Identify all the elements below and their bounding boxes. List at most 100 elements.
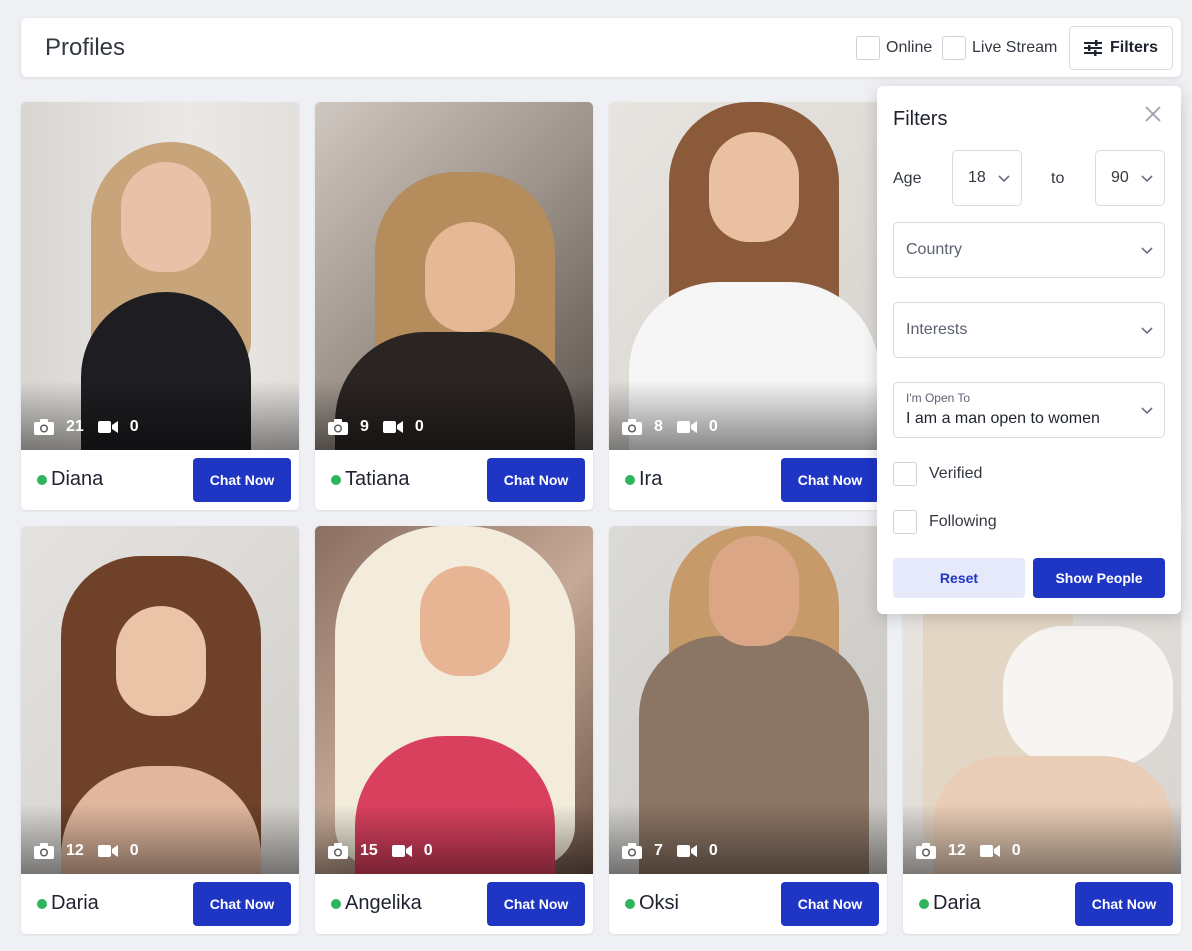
- live-stream-label: Live Stream: [972, 39, 1058, 56]
- card-footer: Tatiana Chat Now: [315, 450, 593, 510]
- profile-name[interactable]: Tatiana: [345, 468, 410, 491]
- chat-now-button[interactable]: Chat Now: [193, 882, 291, 926]
- interests-select[interactable]: Interests: [893, 302, 1165, 358]
- sliders-icon: [1083, 40, 1102, 56]
- media-counts: 15 0: [328, 842, 433, 860]
- chat-now-button[interactable]: Chat Now: [1075, 882, 1173, 926]
- profile-card[interactable]: 21 0 Diana Chat Now: [21, 102, 299, 510]
- chevron-down-icon: [1141, 247, 1153, 255]
- online-status-dot: [331, 899, 341, 909]
- profile-card[interactable]: 9 0 Tatiana Chat Now: [315, 102, 593, 510]
- age-from-value: 18: [968, 169, 986, 186]
- country-placeholder: Country: [906, 241, 963, 258]
- profile-name[interactable]: Diana: [51, 468, 103, 491]
- online-checkbox[interactable]: [856, 36, 880, 60]
- video-count: 0: [1011, 842, 1021, 859]
- profile-photo[interactable]: 8 0: [609, 102, 887, 450]
- card-footer: Angelika Chat Now: [315, 874, 593, 934]
- chevron-down-icon: [1141, 175, 1153, 183]
- profile-card[interactable]: 12 0 Daria Chat Now: [21, 526, 299, 934]
- filters-button[interactable]: Filters: [1069, 26, 1173, 70]
- media-counts: 12 0: [916, 842, 1021, 860]
- age-label: Age: [893, 170, 922, 187]
- profile-name[interactable]: Daria: [51, 892, 99, 915]
- following-checkbox[interactable]: [893, 510, 917, 534]
- chat-now-button[interactable]: Chat Now: [781, 458, 879, 502]
- media-counts: 12 0: [34, 842, 139, 860]
- country-select[interactable]: Country: [893, 222, 1165, 278]
- filters-panel-title: Filters: [893, 108, 948, 130]
- show-people-button[interactable]: Show People: [1033, 558, 1165, 598]
- profile-name[interactable]: Angelika: [345, 892, 422, 915]
- profile-card[interactable]: 8 0 Ira Chat Now: [609, 102, 887, 510]
- online-status-dot: [919, 899, 929, 909]
- camera-icon: [34, 843, 54, 859]
- interests-placeholder: Interests: [906, 321, 968, 338]
- photo-count: 9: [360, 418, 369, 435]
- profile-name[interactable]: Oksi: [639, 892, 679, 915]
- age-to-select[interactable]: 90: [1095, 150, 1165, 206]
- card-footer: Diana Chat Now: [21, 450, 299, 510]
- card-footer: Daria Chat Now: [21, 874, 299, 934]
- photo-count: 21: [66, 418, 84, 435]
- age-to-value: 90: [1111, 169, 1129, 186]
- photo-count: 12: [948, 842, 966, 859]
- to-label: to: [1051, 170, 1065, 187]
- profile-photo[interactable]: 12 0: [21, 526, 299, 874]
- photo-count: 8: [654, 418, 663, 435]
- camera-icon: [328, 843, 348, 859]
- close-icon[interactable]: [1143, 104, 1163, 124]
- camera-icon: [622, 843, 642, 859]
- live-stream-checkbox[interactable]: [942, 36, 966, 60]
- camera-icon: [916, 843, 936, 859]
- video-count: 0: [708, 418, 718, 435]
- profile-name[interactable]: Daria: [933, 892, 981, 915]
- open-to-label: I'm Open To: [906, 391, 971, 405]
- online-status-dot: [625, 475, 635, 485]
- chevron-down-icon: [998, 175, 1010, 183]
- profile-card[interactable]: 7 0 Oksi Chat Now: [609, 526, 887, 934]
- verified-filter[interactable]: Verified: [893, 462, 982, 486]
- video-icon: [391, 845, 412, 857]
- camera-icon: [328, 419, 348, 435]
- chevron-down-icon: [1141, 407, 1153, 415]
- video-count: 0: [129, 418, 139, 435]
- chat-now-button[interactable]: Chat Now: [781, 882, 879, 926]
- verified-checkbox[interactable]: [893, 462, 917, 486]
- filters-panel: Filters Age 18 to 90 Country Interests I…: [877, 86, 1181, 614]
- video-icon: [97, 421, 118, 433]
- online-filter[interactable]: Online: [856, 36, 932, 60]
- card-footer: Daria Chat Now: [903, 874, 1181, 934]
- age-from-select[interactable]: 18: [952, 150, 1022, 206]
- profile-photo[interactable]: 9 0: [315, 102, 593, 450]
- open-to-select[interactable]: I'm Open To I am a man open to women: [893, 382, 1165, 438]
- photo-count: 12: [66, 842, 84, 859]
- following-filter[interactable]: Following: [893, 510, 997, 534]
- video-icon: [979, 845, 1000, 857]
- profile-photo[interactable]: 15 0: [315, 526, 593, 874]
- media-counts: 21 0: [34, 418, 139, 436]
- photo-count: 7: [654, 842, 663, 859]
- profile-card[interactable]: 15 0 Angelika Chat Now: [315, 526, 593, 934]
- video-count: 0: [129, 842, 139, 859]
- profile-photo[interactable]: 7 0: [609, 526, 887, 874]
- profile-photo[interactable]: 21 0: [21, 102, 299, 450]
- open-to-value: I am a man open to women: [906, 410, 1100, 427]
- chat-now-button[interactable]: Chat Now: [487, 882, 585, 926]
- camera-icon: [622, 419, 642, 435]
- profile-name[interactable]: Ira: [639, 468, 662, 491]
- media-counts: 8 0: [622, 418, 718, 436]
- online-status-dot: [37, 475, 47, 485]
- reset-button[interactable]: Reset: [893, 558, 1025, 598]
- video-icon: [676, 845, 697, 857]
- chat-now-button[interactable]: Chat Now: [487, 458, 585, 502]
- camera-icon: [34, 419, 54, 435]
- video-count: 0: [414, 418, 424, 435]
- photo-count: 15: [360, 842, 378, 859]
- filters-button-label: Filters: [1109, 39, 1158, 56]
- page-title: Profiles: [45, 34, 126, 61]
- live-stream-filter[interactable]: Live Stream: [942, 36, 1057, 60]
- online-label: Online: [886, 39, 933, 56]
- chat-now-button[interactable]: Chat Now: [193, 458, 291, 502]
- video-count: 0: [708, 842, 718, 859]
